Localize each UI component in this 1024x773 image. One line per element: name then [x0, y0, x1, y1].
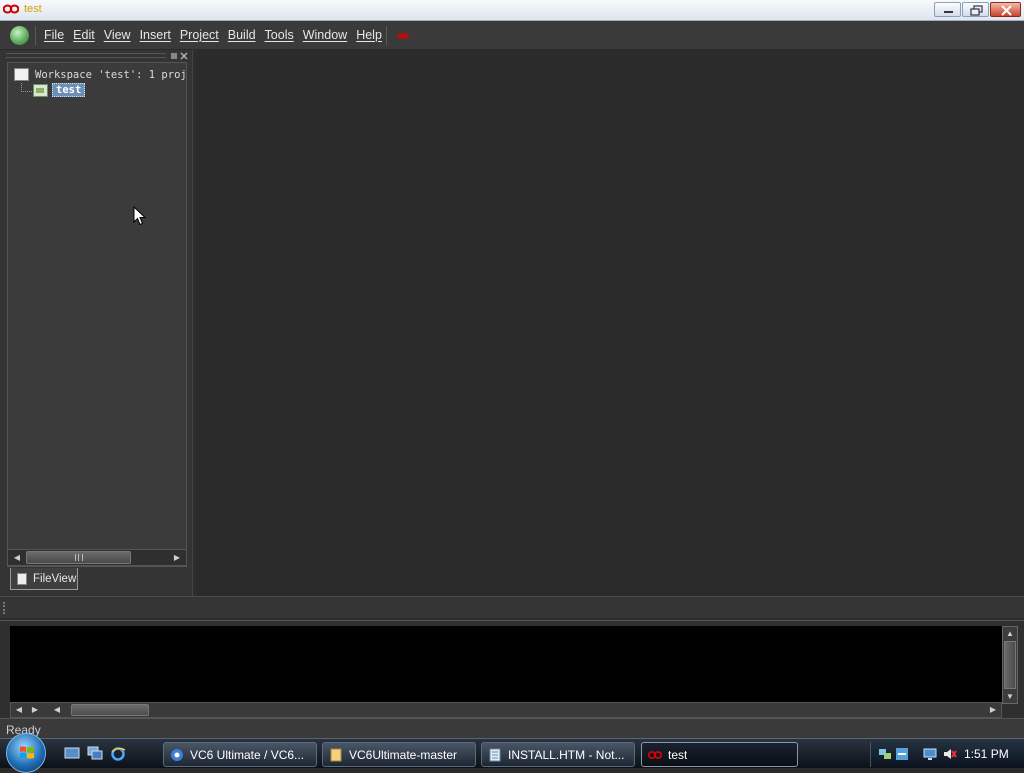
- taskbar-button-notepad[interactable]: INSTALL.HTM - Not...: [481, 742, 635, 767]
- minimize-button[interactable]: [934, 2, 961, 17]
- title-bar[interactable]: test: [0, 0, 1024, 21]
- scroll-left-icon[interactable]: ◀: [10, 551, 24, 564]
- close-button[interactable]: [990, 2, 1021, 17]
- menu-items: File Edit View Insert Project Build Tool…: [44, 28, 391, 42]
- menu-window[interactable]: Window: [303, 28, 347, 42]
- red-arrow-icon[interactable]: [395, 31, 411, 41]
- restore-icon: [970, 5, 983, 16]
- menu-build[interactable]: Build: [228, 28, 256, 42]
- workspace-icon: [14, 68, 29, 81]
- clock[interactable]: 1:51 PM: [964, 747, 1009, 761]
- scroll-right-icon[interactable]: ▶: [170, 551, 184, 564]
- panel-grip[interactable]: [6, 53, 166, 58]
- chrome-icon: [171, 748, 183, 761]
- system-tray: 1:51 PM: [870, 742, 1024, 767]
- scroll-thumb[interactable]: [1004, 641, 1016, 689]
- grip-icon: [3, 602, 7, 614]
- windows-update-icon[interactable]: [895, 747, 909, 761]
- tree-item-project[interactable]: test: [33, 83, 86, 97]
- menu-file[interactable]: File: [44, 28, 64, 42]
- switch-windows-icon[interactable]: [87, 746, 103, 761]
- status-bar: Ready: [0, 718, 1024, 738]
- document-icon: [17, 572, 27, 585]
- project-icon: [33, 83, 48, 97]
- mouse-cursor-icon: [133, 206, 146, 226]
- panel-close-icon[interactable]: [180, 52, 188, 60]
- next-tab-icon[interactable]: ▶: [29, 704, 41, 716]
- output-vertical-scrollbar[interactable]: ▲ ▼: [1002, 626, 1018, 704]
- tree-root-label: Workspace 'test': 1 proje: [35, 68, 187, 81]
- taskbar-label: INSTALL.HTM - Not...: [508, 747, 625, 762]
- green-globe-icon[interactable]: [10, 26, 29, 45]
- taskbar-button-folder[interactable]: VC6Ultimate-master: [322, 742, 476, 767]
- vc6-logo-icon: [3, 4, 19, 14]
- volume-muted-icon[interactable]: [943, 747, 957, 761]
- close-icon: [1001, 5, 1012, 16]
- minimize-icon: [944, 11, 953, 13]
- output-console[interactable]: [10, 626, 1002, 704]
- menu-project[interactable]: Project: [180, 28, 219, 42]
- scroll-down-icon[interactable]: ▼: [1003, 690, 1017, 703]
- monitor-icon[interactable]: [923, 747, 937, 761]
- file-tree: Workspace 'test': 1 proje test: [7, 62, 187, 567]
- taskbar-label: VC6Ultimate-master: [349, 747, 458, 762]
- output-pane: ▲ ▼ ◀ ▶ ◀ ▶: [0, 620, 1024, 718]
- vc6-icon: [648, 750, 662, 759]
- taskbar: VC6 Ultimate / VC6... VC6Ultimate-master…: [0, 733, 1024, 773]
- grip-icon: [75, 554, 83, 561]
- scroll-right-icon[interactable]: ▶: [987, 704, 999, 716]
- taskbar-button-test[interactable]: test: [641, 742, 798, 767]
- restore-button[interactable]: [962, 2, 989, 17]
- scroll-thumb[interactable]: [71, 704, 149, 716]
- start-button[interactable]: [6, 733, 46, 773]
- notepad-icon: [489, 748, 501, 761]
- editor-area[interactable]: [197, 50, 1024, 596]
- show-desktop-icon[interactable]: [64, 746, 80, 761]
- output-tab-scrollbar[interactable]: ◀ ▶ ◀ ▶: [10, 702, 1002, 718]
- menu-tools[interactable]: Tools: [265, 28, 294, 42]
- horizontal-splitter[interactable]: [0, 596, 1024, 618]
- tree-horizontal-scrollbar[interactable]: ◀ ▶: [7, 549, 187, 566]
- tab-label: FileView: [33, 572, 77, 585]
- menu-separator: [35, 26, 36, 45]
- tree-root-workspace[interactable]: Workspace 'test': 1 proje: [14, 68, 187, 81]
- taskbar-label: VC6 Ultimate / VC6...: [190, 747, 305, 762]
- taskbar-label: test: [668, 747, 688, 762]
- scroll-thumb[interactable]: [26, 551, 131, 564]
- windows-flag-icon: [20, 746, 34, 759]
- scroll-up-icon[interactable]: ▲: [1003, 627, 1017, 640]
- first-tab-icon[interactable]: ◀: [13, 704, 25, 716]
- menu-view[interactable]: View: [104, 28, 131, 42]
- window-title: test: [24, 3, 42, 15]
- pin-icon[interactable]: [170, 52, 178, 60]
- tab-fileview[interactable]: FileView: [10, 568, 78, 590]
- tree-item-label: test: [52, 83, 86, 97]
- menu-separator: [386, 26, 387, 45]
- network-icon[interactable]: [878, 747, 892, 761]
- scroll-left-icon[interactable]: ◀: [51, 704, 63, 716]
- taskbar-button-chrome[interactable]: VC6 Ultimate / VC6...: [163, 742, 317, 767]
- menu-help[interactable]: Help: [356, 28, 382, 42]
- internet-explorer-icon[interactable]: [110, 746, 126, 761]
- menu-bar: File Edit View Insert Project Build Tool…: [0, 21, 1024, 50]
- workspace-panel: Workspace 'test': 1 proje test ◀ ▶ FileV…: [0, 50, 197, 596]
- menu-edit[interactable]: Edit: [73, 28, 95, 42]
- folder-icon: [330, 748, 342, 761]
- tree-connector: [21, 83, 32, 92]
- menu-insert[interactable]: Insert: [140, 28, 171, 42]
